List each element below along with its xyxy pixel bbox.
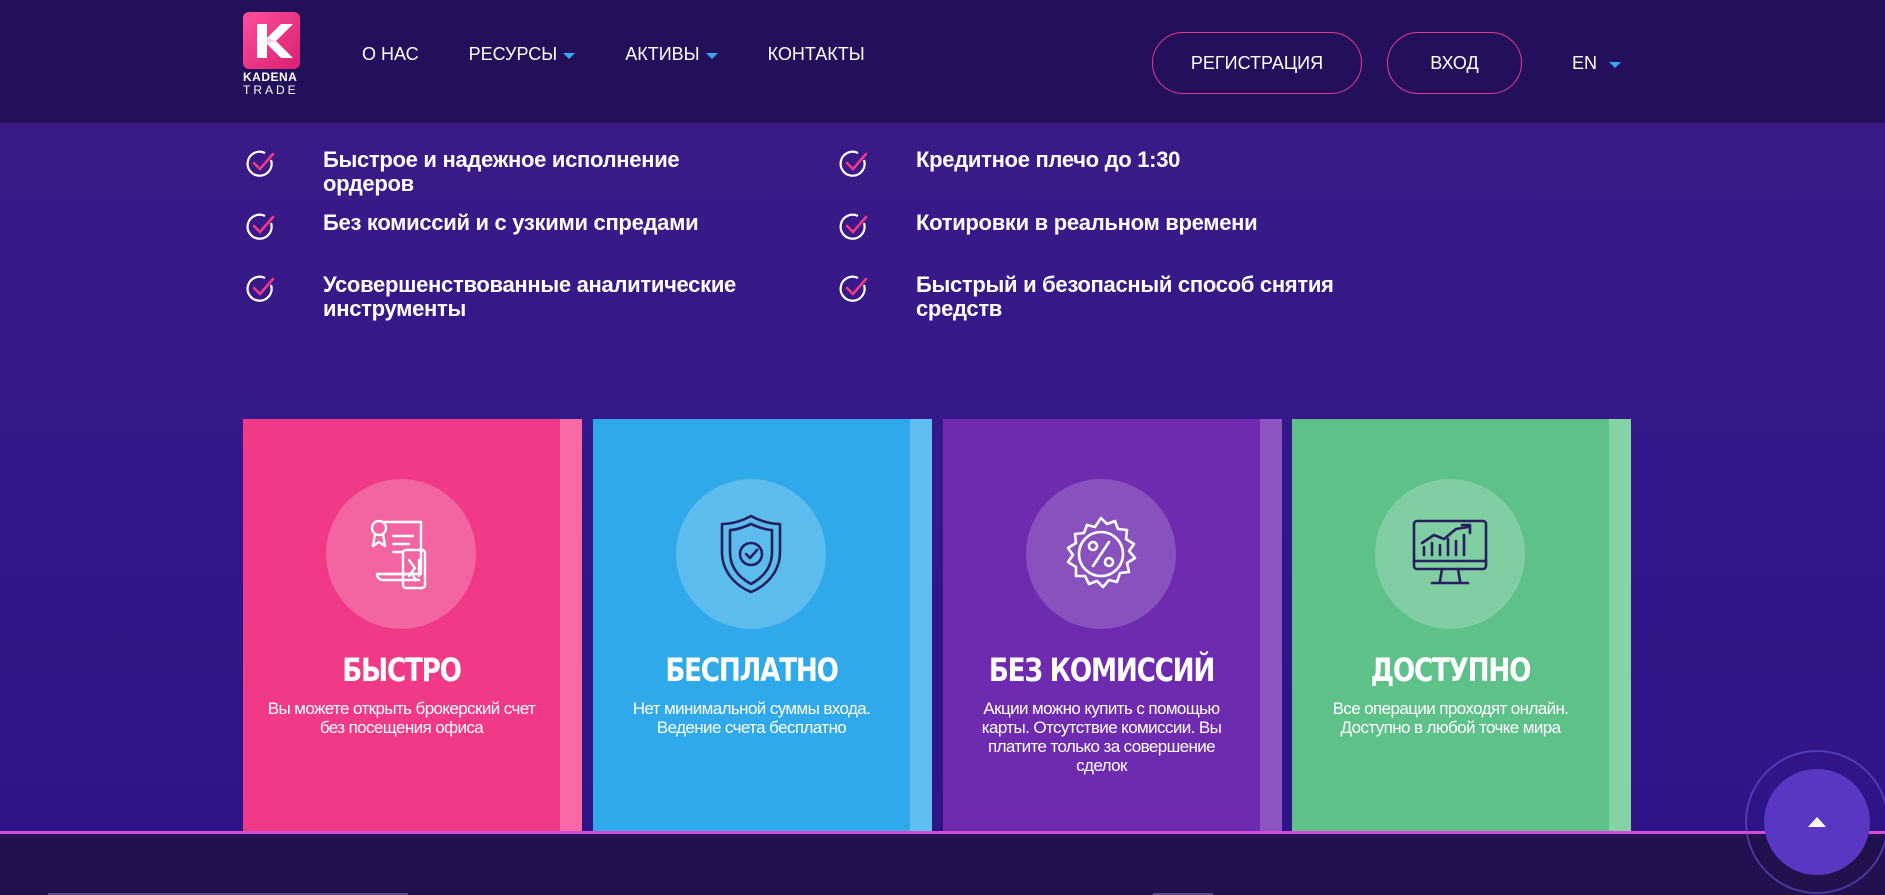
arrow-up-icon (1808, 817, 1826, 827)
card-description: Нет минимальной суммы входа. Ведение сче… (632, 699, 871, 737)
check-circle-icon (839, 213, 868, 240)
nav-item-label: КОНТАКТЫ (767, 44, 865, 64)
feature-item: Усовершенствованные аналитические инстру… (245, 273, 753, 321)
language-label: EN (1572, 53, 1598, 73)
check-circle-icon (246, 150, 275, 177)
benefit-card-free: БЕСПЛАТНО Нет минимальной суммы входа. В… (593, 419, 932, 833)
logo-mark-icon (243, 12, 300, 69)
shield-check-icon (720, 514, 782, 594)
card-title: ДОСТУПНО (1370, 651, 1532, 689)
benefit-card-no-commission: БЕЗ КОМИССИЙ Акции можно купить с помощь… (943, 419, 1282, 833)
feature-item: Без комиссий и с узкими спредами (245, 211, 753, 243)
monitor-chart-icon (1412, 519, 1488, 585)
feature-item: Кредитное плечо до 1:30 (838, 148, 1346, 180)
contract-document-icon (370, 519, 427, 590)
check-circle-icon (839, 275, 868, 302)
feature-text: Котировки в реальном времени (916, 210, 1258, 235)
card-accent-strip (1609, 419, 1631, 833)
card-description: Вы можете открыть брокерский счет без по… (267, 699, 536, 737)
caret-down-icon (563, 52, 576, 59)
scroll-to-top-button[interactable] (1764, 769, 1870, 875)
feature-text: Быстрое и надежное исполнение ордеров (323, 147, 680, 196)
nav-item-assets[interactable]: АКТИВЫ (625, 44, 718, 65)
feature-text: Без комиссий и с узкими спредами (323, 210, 699, 235)
main-nav: О НАС РЕСУРСЫ АКТИВЫ КОНТАКТЫ (362, 44, 915, 65)
check-circle-icon (246, 275, 275, 302)
feature-text: Кредитное плечо до 1:30 (916, 147, 1181, 172)
caret-down-icon (705, 52, 718, 59)
nav-item-resources[interactable]: РЕСУРСЫ (469, 44, 576, 65)
card-description: Все операции проходят онлайн. Доступно в… (1332, 699, 1569, 737)
nav-item-about[interactable]: О НАС (362, 44, 419, 65)
feature-item: Быстрый и безопасный способ снятия средс… (838, 273, 1346, 321)
feature-text: Быстрый и безопасный способ снятия средс… (916, 272, 1334, 321)
card-title: БЕЗ КОМИССИЙ (988, 651, 1215, 689)
nav-item-label: АКТИВЫ (625, 44, 700, 64)
card-icon-circle (326, 479, 476, 629)
card-title: БЕСПЛАТНО (665, 651, 839, 689)
language-selector[interactable]: EN (1572, 53, 1622, 74)
nav-item-contacts[interactable]: КОНТАКТЫ (768, 44, 865, 65)
check-circle-icon (246, 213, 275, 240)
register-button[interactable]: РЕГИСТРАЦИЯ (1152, 32, 1362, 94)
card-description: Акции можно купить с помощью карты. Отсу… (981, 699, 1222, 775)
check-circle-icon (839, 150, 868, 177)
card-icon-circle (1375, 479, 1525, 629)
feature-text: Усовершенствованные аналитические инстру… (323, 272, 736, 321)
card-icon-circle (676, 479, 826, 629)
nav-item-label: РЕСУРСЫ (468, 44, 558, 64)
caret-down-icon (1609, 61, 1622, 68)
benefit-card-accessible: ДОСТУПНО Все операции проходят онлайн. Д… (1292, 419, 1631, 833)
brand-name-line2: TRADE (243, 83, 299, 97)
card-title: БЫСТРО (342, 651, 462, 689)
feature-item: Котировки в реальном времени (838, 211, 1346, 243)
benefit-card-fast: БЫСТРО Вы можете открыть брокерский счет… (243, 419, 582, 833)
card-accent-strip (1260, 419, 1282, 833)
card-icon-circle (1026, 479, 1176, 629)
percent-badge-icon (1066, 516, 1137, 589)
feature-item: Быстрое и надежное исполнение ордеров (245, 148, 753, 196)
login-button[interactable]: ВХОД (1387, 32, 1522, 94)
scroll-to-top (1745, 750, 1885, 894)
site-header: KADENA TRADE О НАС РЕСУРСЫ АКТИВЫ КОНТАК… (0, 0, 1885, 123)
card-accent-strip (560, 419, 582, 833)
footer (0, 834, 1885, 895)
brand-logo[interactable]: KADENA TRADE (243, 12, 303, 98)
card-accent-strip (910, 419, 932, 833)
nav-item-label: О НАС (362, 44, 419, 64)
